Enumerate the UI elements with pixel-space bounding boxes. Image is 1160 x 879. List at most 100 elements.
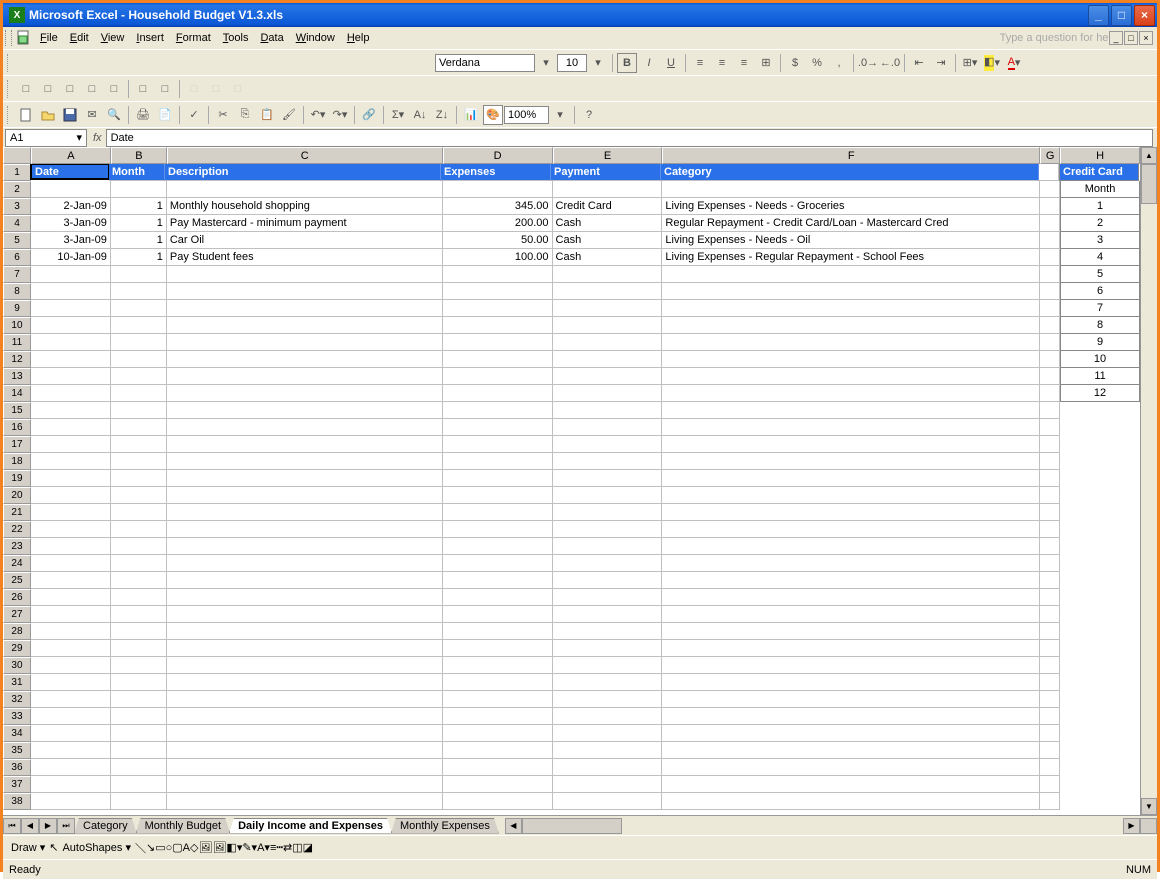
textbox-button[interactable]: ▢ bbox=[172, 841, 182, 854]
row-header[interactable]: 26 bbox=[3, 589, 31, 606]
row-header[interactable]: 1 bbox=[3, 164, 31, 181]
cell[interactable] bbox=[167, 538, 443, 555]
cell[interactable] bbox=[443, 555, 553, 572]
cell[interactable]: 8 bbox=[1060, 317, 1140, 334]
currency-button[interactable]: $ bbox=[785, 53, 805, 73]
cell[interactable]: 5 bbox=[1060, 266, 1140, 283]
cell[interactable] bbox=[1060, 470, 1140, 487]
sheet-tab[interactable]: Daily Income and Expenses bbox=[229, 818, 392, 834]
name-box[interactable]: A1▾ bbox=[5, 129, 87, 147]
cell[interactable] bbox=[31, 759, 111, 776]
oval-button[interactable]: ○ bbox=[166, 842, 173, 854]
column-header[interactable]: F bbox=[662, 147, 1040, 164]
cell[interactable] bbox=[662, 691, 1040, 708]
cell[interactable] bbox=[31, 742, 111, 759]
toolbar-handle[interactable] bbox=[7, 54, 12, 72]
vertical-scrollbar[interactable]: ▲ ▼ bbox=[1140, 147, 1157, 815]
cell[interactable]: Date bbox=[30, 164, 110, 180]
cell[interactable] bbox=[31, 640, 111, 657]
cell[interactable] bbox=[553, 742, 663, 759]
cell[interactable] bbox=[31, 606, 111, 623]
scroll-thumb[interactable] bbox=[1141, 164, 1157, 204]
cell[interactable] bbox=[1060, 402, 1140, 419]
cell[interactable] bbox=[1040, 606, 1060, 623]
cell[interactable] bbox=[553, 470, 663, 487]
cell[interactable] bbox=[31, 351, 111, 368]
row-header[interactable]: 36 bbox=[3, 759, 31, 776]
toolbar-button[interactable]: □ bbox=[82, 79, 102, 99]
clipart-button[interactable]: 🖼 bbox=[198, 841, 212, 854]
row-header[interactable]: 30 bbox=[3, 657, 31, 674]
cell[interactable] bbox=[662, 674, 1040, 691]
cell[interactable] bbox=[662, 504, 1040, 521]
cell[interactable] bbox=[553, 283, 663, 300]
cell[interactable]: Pay Mastercard - minimum payment bbox=[167, 215, 443, 232]
cell[interactable] bbox=[443, 351, 553, 368]
cell[interactable] bbox=[662, 368, 1040, 385]
cell[interactable] bbox=[443, 181, 553, 198]
cell[interactable] bbox=[1040, 232, 1060, 249]
cell[interactable] bbox=[1040, 402, 1060, 419]
cell[interactable] bbox=[1040, 351, 1060, 368]
cell[interactable] bbox=[553, 555, 663, 572]
row-header[interactable]: 13 bbox=[3, 368, 31, 385]
mdi-minimize-button[interactable]: _ bbox=[1109, 31, 1123, 45]
cell[interactable] bbox=[553, 351, 663, 368]
cell[interactable] bbox=[553, 436, 663, 453]
cell[interactable]: Cash bbox=[553, 215, 663, 232]
row-header[interactable]: 20 bbox=[3, 487, 31, 504]
cell[interactable] bbox=[662, 385, 1040, 402]
cell[interactable] bbox=[1060, 538, 1140, 555]
cell[interactable]: 1 bbox=[111, 249, 167, 266]
cell[interactable] bbox=[443, 385, 553, 402]
cell[interactable] bbox=[443, 606, 553, 623]
drawing-button[interactable]: 🎨 bbox=[483, 105, 503, 125]
cell[interactable] bbox=[443, 725, 553, 742]
scroll-thumb[interactable] bbox=[522, 818, 622, 834]
undo-button[interactable]: ↶▾ bbox=[308, 105, 328, 125]
cell[interactable] bbox=[553, 793, 663, 810]
cell[interactable] bbox=[1040, 776, 1060, 793]
row-header[interactable]: 3 bbox=[3, 198, 31, 215]
cell[interactable]: 3-Jan-09 bbox=[31, 215, 111, 232]
cell[interactable] bbox=[553, 589, 663, 606]
cell[interactable] bbox=[167, 640, 443, 657]
row-header[interactable]: 28 bbox=[3, 623, 31, 640]
align-left-button[interactable]: ≡ bbox=[690, 53, 710, 73]
cell[interactable] bbox=[31, 317, 111, 334]
rectangle-button[interactable]: ▭ bbox=[155, 841, 165, 854]
cell[interactable]: Category bbox=[661, 164, 1039, 181]
cell[interactable] bbox=[1060, 759, 1140, 776]
cell[interactable] bbox=[111, 708, 167, 725]
cell[interactable] bbox=[167, 266, 443, 283]
row-header[interactable]: 10 bbox=[3, 317, 31, 334]
cell[interactable] bbox=[662, 623, 1040, 640]
cell[interactable] bbox=[111, 504, 167, 521]
cell[interactable]: Pay Student fees bbox=[167, 249, 443, 266]
cell[interactable]: Monthly household shopping bbox=[167, 198, 443, 215]
cell[interactable] bbox=[443, 538, 553, 555]
cell[interactable] bbox=[443, 521, 553, 538]
cell[interactable] bbox=[1060, 487, 1140, 504]
increase-indent-button[interactable]: ⇥ bbox=[931, 53, 951, 73]
cell[interactable] bbox=[111, 181, 167, 198]
cell[interactable] bbox=[662, 538, 1040, 555]
cell[interactable] bbox=[662, 521, 1040, 538]
cell[interactable] bbox=[553, 538, 663, 555]
menu-edit[interactable]: Edit bbox=[64, 30, 95, 46]
cell[interactable] bbox=[1040, 691, 1060, 708]
row-header[interactable]: 14 bbox=[3, 385, 31, 402]
cell[interactable] bbox=[31, 657, 111, 674]
cell[interactable] bbox=[31, 487, 111, 504]
sheet-tab[interactable]: Monthly Expenses bbox=[391, 818, 499, 834]
row-header[interactable]: 33 bbox=[3, 708, 31, 725]
menu-file[interactable]: File bbox=[34, 30, 64, 46]
cell[interactable] bbox=[553, 674, 663, 691]
cell[interactable] bbox=[553, 606, 663, 623]
cell[interactable] bbox=[553, 708, 663, 725]
draw-menu-button[interactable]: Draw ▾ bbox=[7, 841, 49, 854]
cell[interactable] bbox=[443, 266, 553, 283]
cell[interactable] bbox=[31, 419, 111, 436]
column-header[interactable]: D bbox=[443, 147, 553, 164]
help-search-box[interactable]: Type a question for help bbox=[1000, 32, 1117, 44]
